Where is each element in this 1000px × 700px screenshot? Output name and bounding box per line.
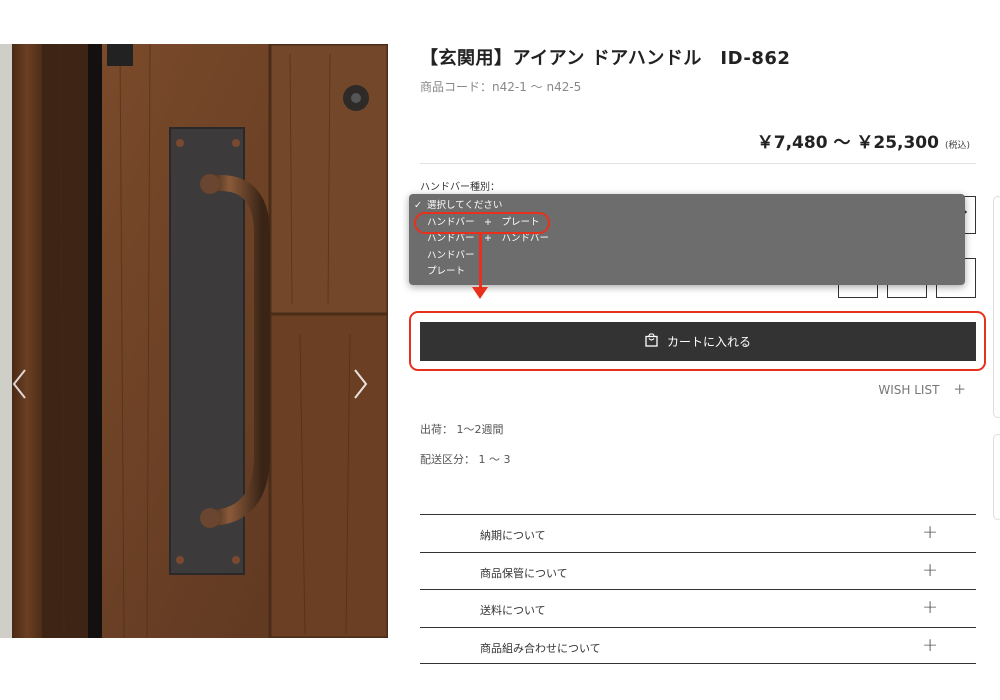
plus-icon: + (922, 596, 938, 618)
handlebar-type-dropdown: ✓ 選択してください ハンドバー + プレート ハンドバー + ハンドバー ハンド… (409, 194, 965, 285)
tax-note: (税込) (944, 141, 970, 151)
annotation-arrow-line (479, 234, 482, 289)
option-label: ハンドバー種別： (420, 182, 500, 193)
product-title: 【玄関用】アイアン ドアハンドル ID-862 (420, 48, 791, 69)
plus-icon: + (922, 558, 938, 581)
product-price: ￥7,480 〜 ￥25,300 (756, 133, 939, 153)
dropdown-option-handlebar[interactable]: ハンドバー (409, 248, 965, 265)
wishlist-label: WISH LIST (878, 383, 940, 397)
accordion-label: 商品保管について (480, 566, 568, 580)
product-image (0, 44, 388, 638)
shipping-lead-time: 出荷： 1〜2週間 (420, 423, 504, 436)
accordion-item-shipping-fee[interactable]: 送料について + (420, 589, 976, 627)
accordion-label: 納期について (480, 529, 546, 542)
accordion-item-delivery[interactable]: 納期について + (420, 514, 976, 552)
accordion-item-combination[interactable]: 商品組み合わせについて + (420, 626, 976, 664)
chevron-left-icon[interactable] (10, 366, 30, 402)
plus-icon: + (922, 521, 938, 543)
plus-icon: + (922, 633, 938, 656)
dropdown-option-plate[interactable]: プレート (409, 264, 965, 281)
accordion-label: 商品組み合わせについて (480, 641, 601, 655)
annotation-arrow-head (472, 287, 488, 299)
side-floating-tab[interactable] (993, 434, 1000, 520)
plus-icon: + (953, 380, 966, 398)
info-accordion: 納期について + 商品保管について + 送料について + 商品組み合わせについて… (420, 514, 976, 664)
accordion-label: 送料について (480, 604, 546, 617)
price-row: ￥7,480 〜 ￥25,300 (税込) (757, 128, 970, 153)
annotation-highlight-oval (414, 212, 550, 234)
shipping-class: 配送区分： 1 〜 3 (420, 453, 511, 466)
annotation-highlight-rect (409, 311, 986, 371)
chevron-right-icon[interactable] (350, 366, 370, 402)
divider (420, 163, 976, 164)
wishlist-link[interactable]: WISH LIST + (878, 380, 966, 398)
side-floating-tab[interactable] (993, 196, 1000, 418)
accordion-item-storage[interactable]: 商品保管について + (420, 551, 976, 590)
product-code: 商品コード：n42-1 〜 n42-5 (420, 80, 582, 94)
